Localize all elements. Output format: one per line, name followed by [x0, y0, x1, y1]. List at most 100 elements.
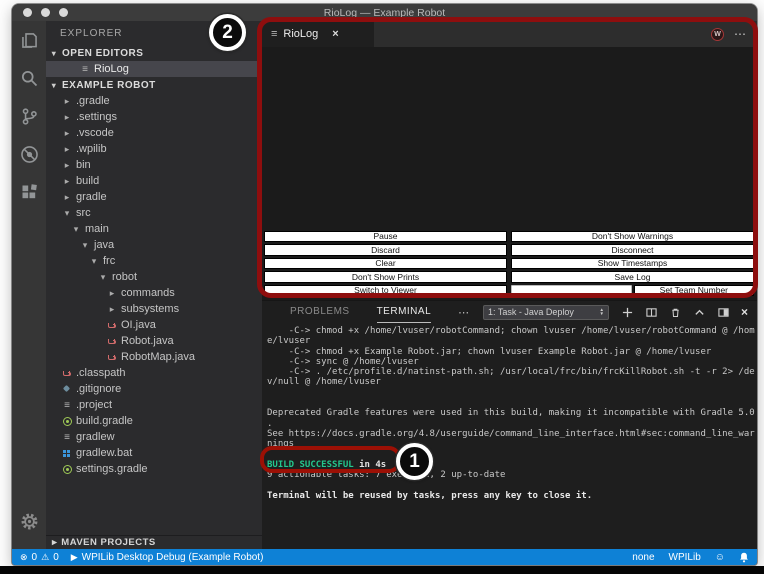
java-icon	[107, 320, 117, 330]
terminal-line: Terminal will be reused by tasks, press …	[267, 490, 593, 501]
tree-item[interactable]: gradlew	[46, 429, 262, 445]
tree-item[interactable]: RobotMap.java	[46, 349, 262, 365]
chevron-down-icon: ▾	[100, 272, 106, 282]
terminal-line: Deprecated Gradle features were used in …	[267, 408, 755, 419]
gradle-icon	[62, 416, 72, 426]
riolog-button[interactable]: Don't Show Warnings	[511, 230, 754, 242]
riolog-button[interactable]: Discard	[264, 244, 507, 256]
riolog-button[interactable]: Save Log	[511, 271, 754, 283]
tree-item-label: build.gradle	[76, 415, 133, 427]
language-mode-status[interactable]: none	[632, 552, 654, 563]
tree-item[interactable]: ▾ robot	[46, 269, 262, 285]
tree-item[interactable]: build.gradle	[46, 413, 262, 429]
tree-item[interactable]: ▾ src	[46, 205, 262, 221]
tree-item[interactable]: OI.java	[46, 317, 262, 333]
close-panel-icon[interactable]: ×	[741, 305, 748, 319]
tree-item[interactable]: ▸ .settings	[46, 109, 262, 125]
tree-item[interactable]: ▾ frc	[46, 253, 262, 269]
more-actions-icon[interactable]: ⋯	[458, 306, 469, 319]
tree-item[interactable]: settings.gradle	[46, 461, 262, 477]
gradle-icon	[62, 464, 72, 474]
set-team-number-button[interactable]: Set Team Number	[633, 284, 754, 296]
chevron-right-icon: ▸	[64, 160, 70, 170]
tree-item[interactable]: ▸ commands	[46, 285, 262, 301]
tree-item[interactable]: ▸ subsystems	[46, 301, 262, 317]
terminal-line: -C-> chmod +x /home/lvuser/robotCommand;…	[267, 326, 755, 336]
riolog-button[interactable]: Pause	[264, 230, 507, 242]
more-actions-icon[interactable]: ⋯	[734, 27, 747, 41]
tree-item[interactable]: ▸ .wpilib	[46, 141, 262, 157]
chevron-right-icon: ▸	[64, 112, 70, 122]
maven-projects-header[interactable]: ▸ MAVEN PROJECTS	[46, 535, 262, 549]
terminal-line: -C-> sync @ /home/lvuser	[267, 356, 419, 367]
open-editor-item[interactable]: RioLog	[46, 61, 262, 77]
search-icon[interactable]	[12, 59, 46, 97]
explorer-icon[interactable]	[12, 21, 46, 59]
panel-tab[interactable]: TERMINAL	[376, 301, 432, 323]
notifications-bell-icon[interactable]	[739, 552, 749, 563]
project-section-header[interactable]: ▾ EXAMPLE ROBOT	[46, 77, 262, 93]
new-terminal-icon[interactable]	[621, 306, 634, 319]
panel-tab[interactable]: PROBLEMS	[290, 301, 350, 323]
tree-item-label: Robot.java	[121, 335, 174, 347]
riolog-right-buttons: Don't Show Warnings Disconnect Show Timest…	[511, 230, 754, 283]
extensions-icon[interactable]	[12, 173, 46, 211]
feedback-smiley-icon[interactable]: ☺	[715, 552, 725, 563]
tree-item[interactable]: ▾ java	[46, 237, 262, 253]
source-control-icon[interactable]	[12, 97, 46, 135]
tree-item[interactable]: .classpath	[46, 365, 262, 381]
settings-gear-icon[interactable]	[12, 502, 46, 540]
riolog-button[interactable]: Clear	[264, 257, 507, 269]
tree-item-label: commands	[121, 287, 175, 299]
terminal-output[interactable]: -C-> chmod +x /home/lvuser/robotCommand;…	[262, 323, 757, 549]
toggle-panel-icon[interactable]	[717, 306, 730, 319]
chevron-down-icon: ▾	[73, 224, 79, 234]
java-icon	[62, 368, 72, 378]
wpilib-status[interactable]: WPILib	[669, 552, 701, 563]
tree-item[interactable]: ▸ build	[46, 173, 262, 189]
tab-bar: ≡ RioLog × W ⋯	[262, 21, 757, 47]
riolog-button[interactable]: Disconnect	[511, 244, 754, 256]
chevron-right-icon: ▸	[64, 144, 70, 154]
annotation-circle-1: 1	[396, 443, 433, 480]
split-terminal-icon[interactable]	[645, 306, 658, 319]
tree-item[interactable]: ▸ gradle	[46, 189, 262, 205]
chevron-down-icon: ▾	[82, 240, 88, 250]
debug-disabled-icon[interactable]	[12, 135, 46, 173]
riolog-button[interactable]: Show Timestamps	[511, 257, 754, 269]
terminal-line: -C-> chmod +x Example Robot.jar; chown l…	[267, 346, 712, 357]
terminal-picker-select[interactable]: 1: Task - Java Deploy ▲ ▼	[482, 304, 609, 320]
riolog-button[interactable]: Don't Show Prints	[264, 271, 507, 283]
debug-launch-status[interactable]: ▶ WPILib Desktop Debug (Example Robot)	[71, 552, 264, 563]
tree-item[interactable]: gradlew.bat	[46, 445, 262, 461]
vscode-window: RioLog — Example Robot EXPLORER ▾ OPEN E…	[12, 4, 757, 565]
list-icon	[80, 64, 90, 74]
riolog-button[interactable]: Switch to Viewer	[264, 284, 507, 296]
tree-item[interactable]: ▸ bin	[46, 157, 262, 173]
tree-item[interactable]: ▸ .vscode	[46, 125, 262, 141]
problems-status[interactable]: ⊗ 0 ⚠ 0	[20, 552, 59, 563]
maximize-panel-icon[interactable]	[693, 306, 706, 319]
tree-item[interactable]: ▸ .gradle	[46, 93, 262, 109]
run-icon: ▶	[70, 551, 78, 562]
list-icon	[62, 432, 72, 442]
kill-terminal-icon[interactable]	[669, 306, 682, 319]
tab-riolog[interactable]: ≡ RioLog ×	[262, 21, 374, 47]
list-icon	[62, 400, 72, 410]
errors-icon: ⊗	[20, 551, 28, 562]
tree-item-label: .vscode	[76, 127, 114, 139]
tree-item[interactable]: ▾ main	[46, 221, 262, 237]
activity-bar	[12, 21, 46, 549]
close-tab-icon[interactable]: ×	[332, 28, 338, 40]
terminal-line: -C-> . /etc/profile.d/natinst-path.sh; /…	[267, 367, 755, 378]
open-editors-list: RioLog	[46, 61, 262, 77]
tree-item[interactable]: Robot.java	[46, 333, 262, 349]
window-title: RioLog — Example Robot	[323, 6, 446, 19]
wpilib-icon[interactable]: W	[711, 27, 724, 41]
tree-item-label: .settings	[76, 111, 117, 123]
team-number-input[interactable]	[511, 284, 632, 296]
tree-item[interactable]: .gitignore	[46, 381, 262, 397]
tree-item[interactable]: .project	[46, 397, 262, 413]
